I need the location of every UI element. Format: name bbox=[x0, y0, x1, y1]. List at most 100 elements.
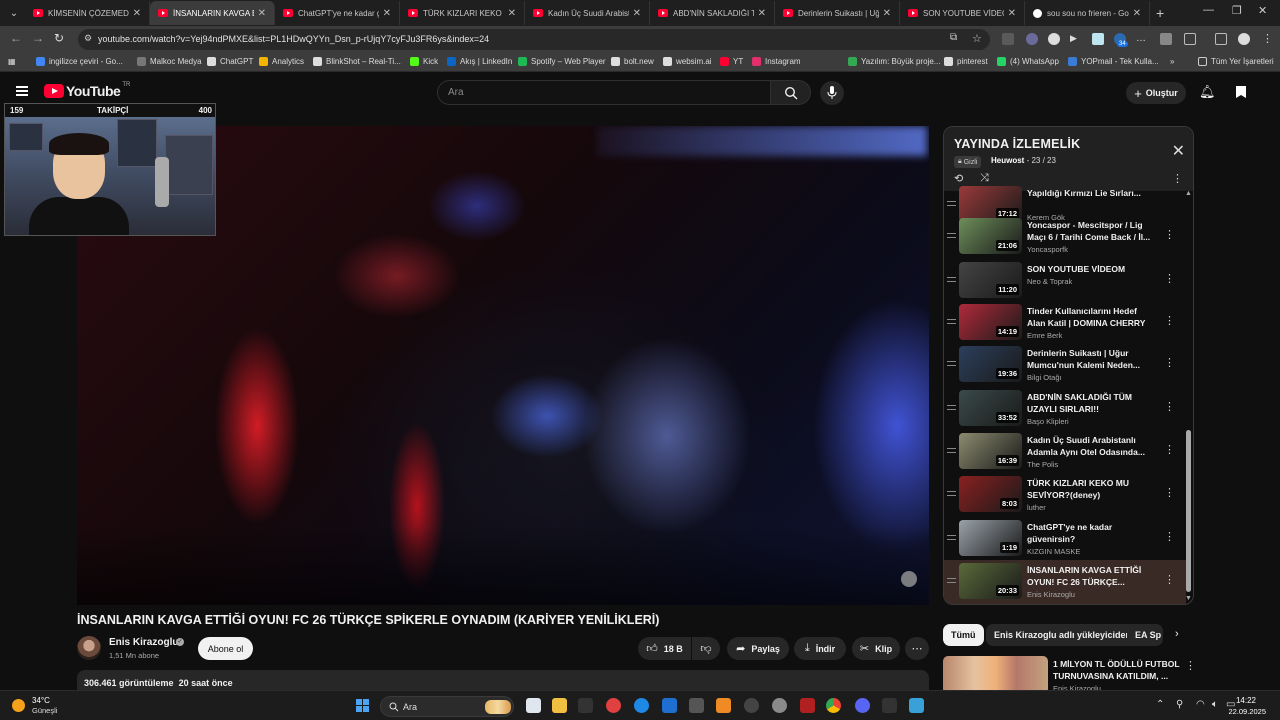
drag-handle-icon[interactable] bbox=[947, 233, 956, 238]
extensions-puzzle-icon[interactable] bbox=[1184, 33, 1196, 45]
install-app-icon[interactable]: ⧉ bbox=[950, 32, 957, 43]
more-vertical-icon[interactable]: ⋮ bbox=[1164, 486, 1175, 499]
new-tab-button[interactable]: + bbox=[1156, 5, 1164, 21]
playlist-thumbnail[interactable]: 11:20 bbox=[959, 262, 1022, 298]
more-vertical-icon[interactable]: ⋮ bbox=[1164, 272, 1175, 285]
playlist-item-title[interactable]: Yoncaspor - Mescitspor / Lig Maçı 6 / Ta… bbox=[1027, 219, 1153, 243]
bookmark-item[interactable]: Malkoc Medya bbox=[137, 57, 202, 66]
drag-handle-icon[interactable] bbox=[947, 405, 956, 410]
app-icon[interactable] bbox=[909, 698, 924, 713]
playlist-thumbnail[interactable]: 21:06 bbox=[959, 218, 1022, 254]
reload-icon[interactable]: ↻ bbox=[54, 31, 64, 45]
browser-tab[interactable]: KİMSENİN ÇÖZEMEDİĞİ ✕ bbox=[25, 1, 150, 25]
site-info-icon[interactable]: ⚙ bbox=[84, 33, 92, 44]
drag-handle-icon[interactable] bbox=[947, 535, 956, 540]
bookmark-item[interactable]: BlinkShot – Real-Ti... bbox=[313, 57, 401, 66]
extension-icon[interactable] bbox=[1002, 33, 1014, 45]
app-icon[interactable] bbox=[606, 698, 621, 713]
bookmark-item[interactable]: Akış | LinkedIn bbox=[447, 57, 512, 66]
app-icon[interactable] bbox=[744, 698, 759, 713]
playlist-item[interactable]: 8:03 TÜRK KIZLARI KEKO MU SEVİYOR?(deney)… bbox=[944, 473, 1186, 517]
chevron-right-icon[interactable]: › bbox=[1175, 628, 1179, 640]
drag-handle-icon[interactable] bbox=[947, 491, 956, 496]
weather-description[interactable]: Güneşli bbox=[32, 706, 57, 715]
scroll-up-icon[interactable]: ▲ bbox=[1185, 190, 1192, 197]
drag-handle-icon[interactable] bbox=[947, 448, 956, 453]
voice-search-button[interactable] bbox=[820, 81, 844, 105]
extension-play-icon[interactable]: ▶ bbox=[1070, 33, 1082, 45]
discord-icon[interactable] bbox=[855, 698, 870, 713]
recommended-title[interactable]: 1 MİLYON TL ÖDÜLLÜ FUTBOL TURNUVASINA KA… bbox=[1053, 658, 1183, 682]
playlist-item-title[interactable]: ChatGPT'ye ne kadar güvenirsin? bbox=[1027, 521, 1153, 545]
weather-temperature[interactable]: 34°C bbox=[32, 696, 50, 705]
bookmark-item[interactable]: Yazılım: Büyük proje... bbox=[848, 57, 940, 66]
settings-gear-icon[interactable] bbox=[772, 698, 787, 713]
drag-handle-icon[interactable] bbox=[947, 201, 956, 206]
tab-close-icon[interactable]: ✕ bbox=[1133, 8, 1141, 19]
chip-from-uploader[interactable]: Enis Kirazoglu adlı yükleyiciden bbox=[986, 624, 1140, 646]
playlist-item[interactable]: 19:36 Derinlerin Suikastı | Uğur Mumcu'nu… bbox=[944, 343, 1186, 387]
app-icon[interactable] bbox=[882, 698, 897, 713]
playlist-item-title[interactable]: ABD'NİN SAKLADIĞI TÜM UZAYLI SIRLARI!! bbox=[1027, 391, 1153, 415]
taskbar-search[interactable]: Ara bbox=[380, 696, 514, 717]
file-explorer-icon[interactable] bbox=[552, 698, 567, 713]
close-window-button[interactable]: ✕ bbox=[1258, 4, 1267, 17]
reading-list-icon[interactable] bbox=[1215, 33, 1227, 45]
playlist-scrollbar[interactable] bbox=[1186, 430, 1191, 592]
bookmark-item[interactable]: bolt.new bbox=[611, 57, 654, 66]
close-icon[interactable]: ✕ bbox=[1172, 141, 1185, 161]
playlist-item[interactable]: 20:33 İNSANLARIN KAVGA ETTİĞİ OYUN! FC 26… bbox=[944, 560, 1186, 604]
bookmark-item[interactable]: YT bbox=[720, 57, 743, 66]
playlist-thumbnail[interactable]: 20:33 bbox=[959, 563, 1022, 599]
share-button[interactable]: ➦ Paylaş bbox=[727, 637, 789, 660]
bookmark-item[interactable]: Kick bbox=[410, 57, 438, 66]
more-actions-button[interactable]: ⋯ bbox=[905, 637, 929, 660]
playlist-item[interactable]: 16:39 Kadın Üç Suudi Arabistanlı Adamla A… bbox=[944, 430, 1186, 474]
extension-shield-icon[interactable] bbox=[1026, 33, 1038, 45]
profile-avatar-icon[interactable] bbox=[1238, 33, 1250, 45]
create-button[interactable]: + Oluştur bbox=[1126, 82, 1186, 104]
more-vertical-icon[interactable]: ⋮ bbox=[1164, 400, 1175, 413]
tab-close-icon[interactable]: ✕ bbox=[1008, 8, 1016, 19]
more-vertical-icon[interactable]: ⋮ bbox=[1164, 443, 1175, 456]
bookmark-item[interactable]: Instagram bbox=[752, 57, 801, 66]
drag-handle-icon[interactable] bbox=[947, 361, 956, 366]
vscode-icon[interactable] bbox=[662, 698, 677, 713]
playlist-thumbnail[interactable]: 1:19 bbox=[959, 520, 1022, 556]
tab-close-icon[interactable]: ✕ bbox=[133, 8, 141, 19]
youtube-logo[interactable]: YouTube TR bbox=[44, 82, 130, 99]
playlist-item-title[interactable]: İNSANLARIN KAVGA ETTİĞİ OYUN! FC 26 TÜRK… bbox=[1027, 564, 1153, 588]
bookmark-item[interactable]: YOPmail - Tek Kulla... bbox=[1068, 57, 1159, 66]
channel-watermark-icon[interactable] bbox=[901, 571, 917, 587]
search-input[interactable]: Ara bbox=[437, 80, 771, 105]
browser-tab[interactable]: sou sou no frieren - Goo ✕ bbox=[1025, 1, 1150, 25]
playlist-item-title[interactable]: Tinder Kullanıcılarını Hedef Alan Katil … bbox=[1027, 305, 1153, 329]
playlist-thumbnail[interactable]: 19:36 bbox=[959, 346, 1022, 382]
bookmark-item[interactable]: Spotify – Web Player bbox=[518, 57, 606, 66]
browser-tab[interactable]: ABD'NİN SAKLADIĞI TÜ ✕ bbox=[650, 1, 775, 25]
playlist-title[interactable]: YAYINDA İZLEMELİK bbox=[954, 137, 1080, 151]
windows-start-icon[interactable] bbox=[356, 699, 370, 713]
more-vertical-icon[interactable]: ⋮ bbox=[1164, 573, 1175, 586]
playlist-item[interactable]: 21:06 Yoncaspor - Mescitspor / Lig Maçı 6… bbox=[944, 215, 1186, 259]
subscribe-button[interactable]: Abone ol bbox=[198, 637, 253, 660]
account-badge-icon[interactable] bbox=[1236, 86, 1246, 98]
browser-tab[interactable]: TÜRK KIZLARI KEKO MU ✕ bbox=[400, 1, 525, 25]
app-icon[interactable] bbox=[800, 698, 815, 713]
playlist-item-title[interactable]: Derinlerin Suikastı | Uğur Mumcu'nun Kal… bbox=[1027, 347, 1153, 371]
apps-grid-icon[interactable]: ▦ bbox=[8, 57, 16, 66]
tab-search-chevron-icon[interactable]: ⌄ bbox=[3, 2, 25, 24]
drag-handle-icon[interactable] bbox=[947, 319, 956, 324]
channel-avatar[interactable] bbox=[77, 636, 101, 660]
minimize-button[interactable]: — bbox=[1203, 4, 1214, 16]
more-vertical-icon[interactable]: ⋮ bbox=[1164, 530, 1175, 543]
bookmark-item[interactable]: ingilizce çeviri - Go... bbox=[36, 57, 123, 66]
app-icon[interactable] bbox=[716, 698, 731, 713]
browser-tab[interactable]: İNSANLARIN KAVGA ET ✕ bbox=[150, 1, 275, 25]
playlist-item-title[interactable]: Yapıldığı Kırmızı Lie Sırları... bbox=[1027, 187, 1153, 199]
bookmark-item[interactable]: websim.ai bbox=[663, 57, 712, 66]
back-arrow-icon[interactable]: ← bbox=[10, 31, 22, 45]
chrome-icon[interactable] bbox=[826, 698, 841, 713]
extension-dots-icon[interactable]: … bbox=[1136, 33, 1148, 45]
chip-ea-sports[interactable]: EA Sp bbox=[1127, 624, 1163, 646]
